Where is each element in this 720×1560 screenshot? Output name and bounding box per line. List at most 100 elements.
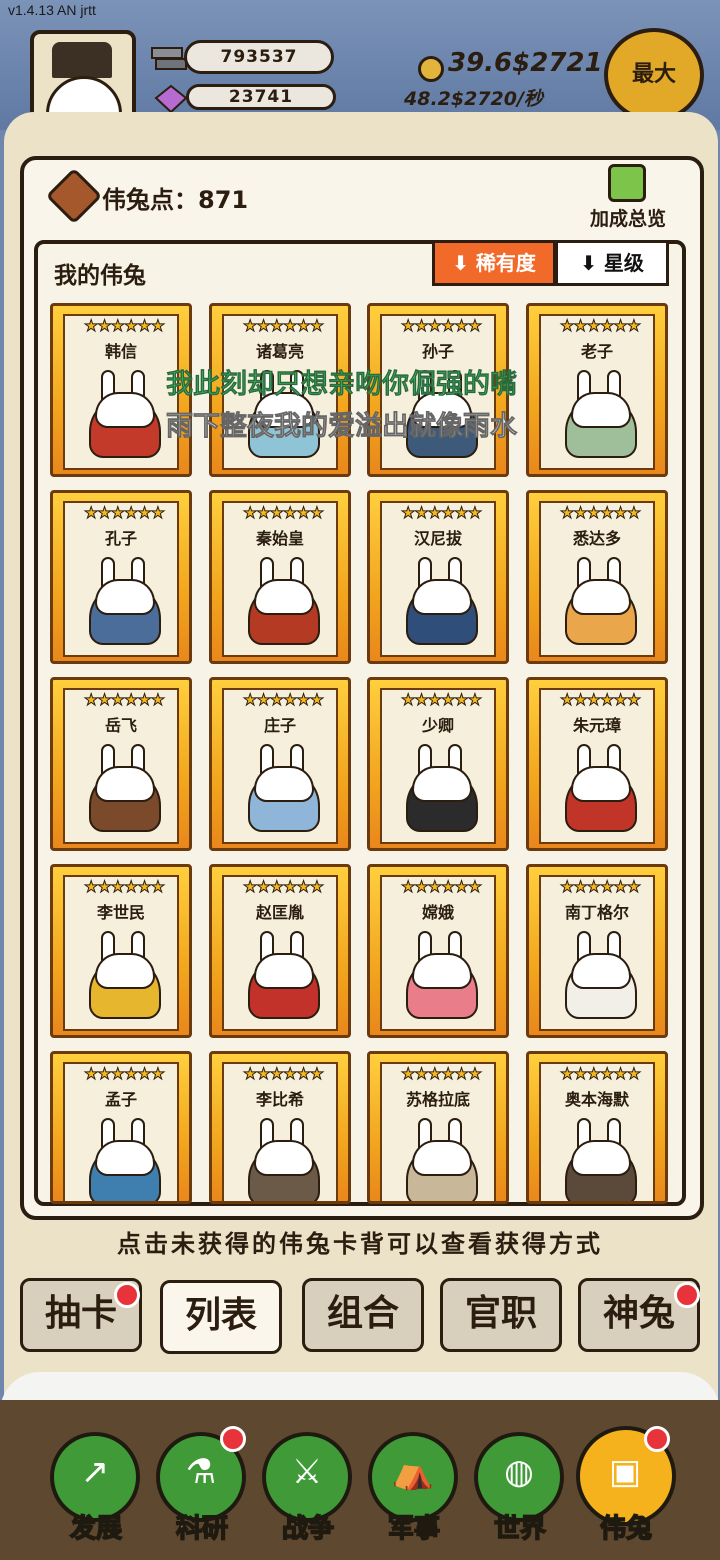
gem-icon	[154, 84, 188, 114]
globe-icon: ◍	[504, 1452, 534, 1492]
card-name: 诸葛亮	[255, 342, 304, 361]
star-rating: ★★★★★★	[83, 690, 165, 710]
barracks-icon: ⛺	[391, 1452, 435, 1492]
silver-ingot-icon	[151, 47, 187, 70]
star-rating: ★★★★★★	[400, 316, 482, 336]
rabbit-card[interactable]: ★★★★★★ 李世民	[50, 864, 192, 1038]
rabbit-card[interactable]: ★★★★★★ 汉尼拔	[367, 490, 509, 664]
rabbit-portrait-icon	[246, 1118, 322, 1201]
nav-research-label: 科研	[175, 1513, 229, 1545]
rabbit-card[interactable]: ★★★★★★ 岳飞	[50, 677, 192, 851]
sort-star-label: 星级	[603, 251, 644, 275]
nav-develop-label: 发展	[69, 1513, 123, 1545]
card-name: 孟子	[104, 1090, 137, 1109]
nav-great-rabbit-label: 伟兔	[599, 1513, 653, 1545]
tab-list-label: 列表	[184, 1295, 257, 1336]
rabbit-card[interactable]: ★★★★★★ 老子	[526, 303, 668, 477]
rabbit-portrait-icon	[404, 1118, 480, 1201]
sort-rarity-button[interactable]: ⬇ 稀有度	[432, 240, 556, 286]
rabbit-card[interactable]: ★★★★★★ 庄子	[209, 677, 351, 851]
notification-badge	[674, 1282, 700, 1308]
rabbit-portrait-icon	[563, 931, 639, 1021]
tab-combo[interactable]: 组合	[302, 1278, 424, 1352]
tab-list[interactable]: 列表	[160, 1280, 282, 1354]
rabbit-portrait-icon	[404, 931, 480, 1021]
card-name: 奥本海默	[564, 1090, 629, 1109]
notification-badge	[220, 1426, 246, 1452]
flask-icon: ⚗	[185, 1452, 217, 1492]
star-rating: ★★★★★★	[400, 1064, 482, 1084]
silver-amount: 793537	[184, 40, 334, 74]
rabbit-portrait-icon	[87, 744, 163, 834]
star-rating: ★★★★★★	[83, 503, 165, 523]
card-name: 孔子	[104, 529, 137, 548]
card-name: 李比希	[255, 1090, 304, 1109]
rabbit-card[interactable]: ★★★★★★ 朱元璋	[526, 677, 668, 851]
gem-amount: 23741	[186, 84, 336, 110]
rabbit-portrait-icon	[246, 931, 322, 1021]
card-name: 汉尼拔	[413, 529, 462, 548]
card-name: 苏格拉底	[405, 1090, 470, 1109]
rabbit-card[interactable]: ★★★★★★ 赵匡胤	[209, 864, 351, 1038]
star-rating: ★★★★★★	[83, 877, 165, 897]
card-name: 秦始皇	[255, 529, 304, 548]
star-rating: ★★★★★★	[400, 877, 482, 897]
bonus-overview-button[interactable]: 加成总览	[578, 162, 678, 232]
notification-badge	[644, 1426, 670, 1452]
rabbit-portrait-icon	[246, 557, 322, 647]
rabbit-card[interactable]: ★★★★★★ 李比希	[209, 1051, 351, 1204]
star-rating: ★★★★★★	[242, 503, 324, 523]
max-button[interactable]: 最大	[604, 28, 704, 122]
star-rating: ★★★★★★	[559, 316, 641, 336]
gold-coin-icon	[418, 56, 444, 82]
rabbit-portrait-icon	[87, 557, 163, 647]
nav-military[interactable]: ⛺ 军事	[364, 1426, 464, 1556]
notification-badge	[114, 1282, 140, 1308]
card-name: 少卿	[421, 716, 454, 735]
rabbit-card[interactable]: ★★★★★★ 南丁格尔	[526, 864, 668, 1038]
card-name: 孙子	[421, 342, 454, 361]
star-rating: ★★★★★★	[559, 877, 641, 897]
rabbit-portrait-icon	[246, 744, 322, 834]
star-rating: ★★★★★★	[242, 690, 324, 710]
rabbit-portrait-icon	[87, 931, 163, 1021]
rabbit-portrait-icon	[563, 1118, 639, 1201]
card-name: 庄子	[263, 716, 296, 735]
rabbit-card[interactable]: ★★★★★★ 苏格拉底	[367, 1051, 509, 1204]
nav-war[interactable]: ⚔ 战争	[258, 1426, 358, 1556]
rabbit-card[interactable]: ★★★★★★ 秦始皇	[209, 490, 351, 664]
tab-draw-card-label: 抽卡	[44, 1293, 117, 1334]
nav-world-label: 世界	[493, 1513, 547, 1545]
star-rating: ★★★★★★	[242, 1064, 324, 1084]
card-name: 赵匡胤	[255, 903, 304, 922]
rabbit-card-icon: ▣	[608, 1452, 642, 1492]
nav-develop[interactable]: ↗ 发展	[46, 1426, 146, 1556]
sort-rarity-label: 稀有度	[475, 251, 536, 275]
hint-text: 点击未获得的伟兔卡背可以查看获得方式	[117, 1230, 603, 1258]
tab-combo-label: 组合	[326, 1293, 399, 1334]
rabbit-card[interactable]: ★★★★★★ 孟子	[50, 1051, 192, 1204]
rabbit-portrait-icon	[404, 557, 480, 647]
star-rating: ★★★★★★	[559, 503, 641, 523]
rabbit-card[interactable]: ★★★★★★ 悉达多	[526, 490, 668, 664]
star-rating: ★★★★★★	[83, 1064, 165, 1084]
card-name: 李世民	[96, 903, 145, 922]
rabbit-card[interactable]: ★★★★★★ 少卿	[367, 677, 509, 851]
rabbit-card[interactable]: ★★★★★★ 孔子	[50, 490, 192, 664]
rabbit-portrait-icon	[87, 370, 163, 460]
sort-star-button[interactable]: ⬇ 星级	[555, 240, 669, 286]
rabbit-card[interactable]: ★★★★★★ 嫦娥	[367, 864, 509, 1038]
arrow-down-icon: ⬇	[580, 251, 597, 275]
nav-world[interactable]: ◍ 世界	[470, 1426, 570, 1556]
list-title: 我的伟兔	[54, 263, 146, 289]
star-rating: ★★★★★★	[400, 503, 482, 523]
tab-office[interactable]: 官职	[440, 1278, 562, 1352]
gold-rate: 48.2$2720/秒	[404, 88, 543, 110]
arrow-down-icon: ⬇	[452, 251, 469, 275]
star-rating: ★★★★★★	[559, 1064, 641, 1084]
points-label: 伟兔点：871	[102, 186, 249, 214]
rabbit-card[interactable]: ★★★★★★ 奥本海默	[526, 1051, 668, 1204]
card-name: 嫦娥	[421, 903, 454, 922]
tab-office-label: 官职	[464, 1293, 537, 1334]
document-icon	[608, 164, 646, 202]
